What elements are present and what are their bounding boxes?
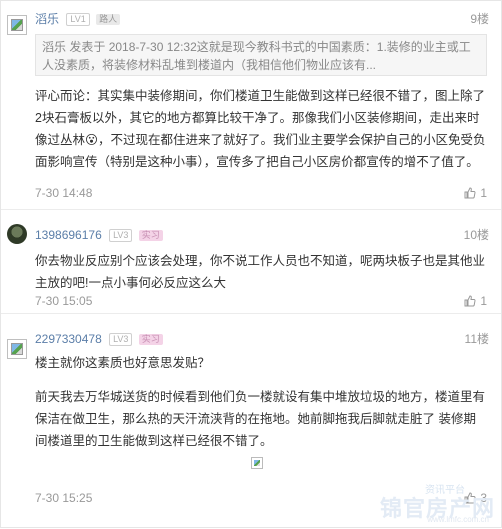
avatar[interactable] <box>7 339 27 359</box>
comment-thread: 滔乐 LV1 路人 9楼 滔乐 发表于 2018-7-30 12:32这就是现今… <box>0 0 502 528</box>
thumbs-up-icon <box>464 295 476 307</box>
post-footer: 7-30 14:48 1 <box>35 185 487 201</box>
floor-number: 10楼 <box>463 228 489 242</box>
comment-body: 你去物业反应别个应该会处理，你不说工作人员也不知道，呢两块板子也是其他业主放的吧… <box>35 254 486 290</box>
level-badge: LV3 <box>109 229 133 242</box>
post-header: 2297330478 LV3 实习 11楼 <box>35 331 491 347</box>
level-badge: LV1 <box>66 13 90 26</box>
username[interactable]: 2297330478 <box>35 332 102 346</box>
avatar[interactable] <box>7 15 27 35</box>
like-count: 1 <box>480 294 487 308</box>
floor-number: 9楼 <box>470 12 489 26</box>
site-watermark: 资讯平台 锦官房产网 www.lmfc.com.cn <box>365 481 495 525</box>
comment-body: 前天我去万华城送货的时候看到他们负一楼就设有集中堆放垃圾的地方，楼道里有保洁在做… <box>35 390 486 448</box>
quoted-post: 滔乐 发表于 2018-7-30 12:32这就是现今教科书式的中国素质：1.装… <box>35 34 487 76</box>
like-count: 1 <box>480 186 487 200</box>
like-button[interactable]: 1 <box>464 293 487 309</box>
thumbs-up-icon <box>464 187 476 199</box>
watermark-url: www.lmfc.com.cn <box>427 515 489 524</box>
comment-post: 滔乐 LV1 路人 9楼 滔乐 发表于 2018-7-30 12:32这就是现今… <box>1 1 501 210</box>
rank-badge: 路人 <box>96 14 121 25</box>
image-placeholder-icon[interactable] <box>251 457 263 469</box>
avatar[interactable] <box>7 224 27 244</box>
username[interactable]: 滔乐 <box>35 12 59 26</box>
post-time: 7-30 14:48 <box>35 186 93 200</box>
username[interactable]: 1398696176 <box>35 228 102 242</box>
rank-badge: 实习 <box>138 230 163 241</box>
post-time: 7-30 15:05 <box>35 294 93 308</box>
quote-author: 滔乐 <box>42 40 67 54</box>
quote-text: 发表于 2018-7-30 12:32这就是现今教科书式的中国素质：1.装修的业… <box>42 40 471 72</box>
post-header: 1398696176 LV3 实习 10楼 <box>35 227 491 243</box>
comment-first-line: 楼主就你这素质也好意思发贴？ <box>35 356 211 370</box>
post-time: 7-30 15:25 <box>35 491 93 505</box>
comment-post: 1398696176 LV3 实习 10楼 你去物业反应别个应该会处理，你不说工… <box>1 210 501 314</box>
post-header: 滔乐 LV1 路人 9楼 <box>35 11 491 27</box>
like-button[interactable]: 1 <box>464 185 487 201</box>
post-footer: 7-30 15:05 1 <box>35 293 487 309</box>
floor-number: 11楼 <box>464 332 489 346</box>
level-badge: LV3 <box>109 333 133 346</box>
comment-body: 评心而论：其实集中装修期间，你们楼道卫生能做到这样已经很不错了，图上除了2块石膏… <box>35 89 486 169</box>
rank-badge: 实习 <box>138 334 163 345</box>
